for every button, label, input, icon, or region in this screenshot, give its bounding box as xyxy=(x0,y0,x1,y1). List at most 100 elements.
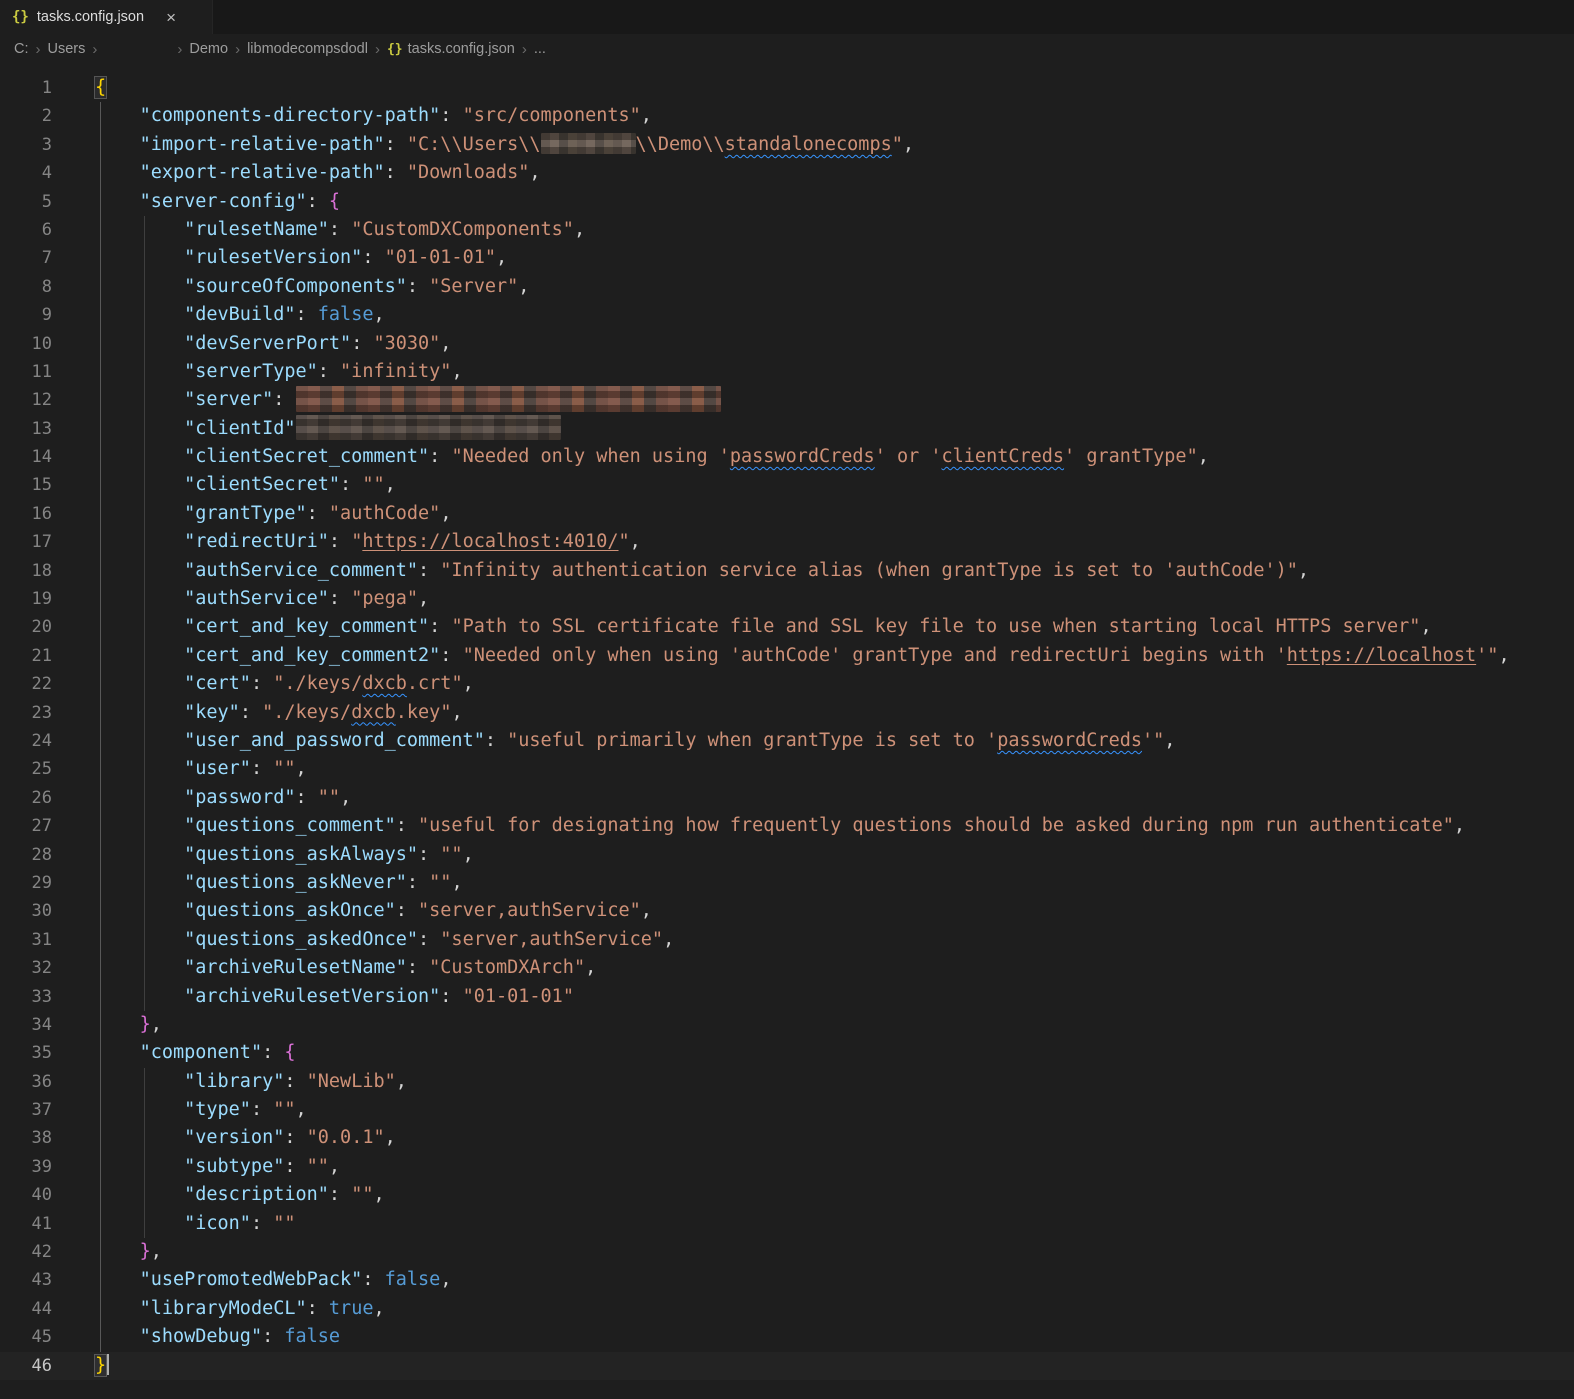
code-token: "server-config" xyxy=(139,190,307,212)
tab-tasks-config-json[interactable]: {} tasks.config.json × xyxy=(0,0,213,34)
code-token: : xyxy=(429,446,452,468)
code-line[interactable]: 46} xyxy=(0,1351,1574,1380)
code-line[interactable]: 36 "library": "NewLib", xyxy=(0,1068,1574,1096)
code-line[interactable]: 22 "cert": "./keys/dxcb.crt", xyxy=(0,670,1574,698)
line-number: 5 xyxy=(41,191,52,212)
code-token: "CustomDXComponents" xyxy=(351,218,574,240)
code-line[interactable]: 35 "component": { xyxy=(0,1039,1574,1067)
code-line[interactable]: 42 }, xyxy=(0,1238,1574,1266)
code-token: : xyxy=(384,162,407,184)
code-line[interactable]: 29 "questions_askNever": "", xyxy=(0,869,1574,897)
code-text: "authService": "pega", xyxy=(95,585,429,613)
code-line[interactable]: 41 "icon": "" xyxy=(0,1210,1574,1238)
code-line[interactable]: 43 "usePromotedWebPack": false, xyxy=(0,1266,1574,1294)
code-line[interactable]: 2 "components-directory-path": "src/comp… xyxy=(0,102,1574,130)
code-text: "server-config": { xyxy=(95,188,341,216)
code-token: , xyxy=(440,1269,452,1291)
code-text: "rulesetVersion": "01-01-01", xyxy=(95,244,507,272)
code-line[interactable]: 25 "user": "", xyxy=(0,755,1574,783)
code-text: "key": "./keys/dxcb.key", xyxy=(95,699,463,727)
code-line[interactable]: 21 "cert_and_key_comment2": "Needed only… xyxy=(0,642,1574,670)
code-line[interactable]: 33 "archiveRulesetVersion": "01-01-01" xyxy=(0,983,1574,1011)
line-number: 41 xyxy=(31,1213,52,1234)
code-token: : xyxy=(295,786,318,808)
code-token: , xyxy=(418,588,430,610)
code-line[interactable]: 3 "import-relative-path": "C:\\Users\\ \\… xyxy=(0,131,1574,159)
breadcrumb-item-redacted[interactable] xyxy=(104,42,170,56)
code-line[interactable]: 1{ xyxy=(0,74,1574,102)
code-line[interactable]: 14 "clientSecret_comment": "Needed only … xyxy=(0,443,1574,471)
code-text: "redirectUri": "https://localhost:4010/"… xyxy=(95,528,641,556)
breadcrumb-item[interactable]: Demo xyxy=(189,41,228,57)
breadcrumb-item[interactable]: libmodecompsdodl xyxy=(247,41,368,57)
line-number: 3 xyxy=(41,134,52,155)
code-line[interactable]: 17 "redirectUri": "https://localhost:401… xyxy=(0,528,1574,556)
code-line[interactable]: 16 "grantType": "authCode", xyxy=(0,500,1574,528)
code-line[interactable]: 39 "subtype": "", xyxy=(0,1153,1574,1181)
breadcrumb-item[interactable]: ... xyxy=(534,41,546,57)
code-line[interactable]: 18 "authService_comment": "Infinity auth… xyxy=(0,557,1574,585)
code-line[interactable]: 37 "type": "", xyxy=(0,1096,1574,1124)
editor[interactable]: 1{2 "components-directory-path": "src/co… xyxy=(0,64,1574,1380)
code-line[interactable]: 28 "questions_askAlways": "", xyxy=(0,841,1574,869)
code-line[interactable]: 27 "questions_comment": "useful for desi… xyxy=(0,812,1574,840)
code-line[interactable]: 20 "cert_and_key_comment": "Path to SSL … xyxy=(0,613,1574,641)
code-lines: 1{2 "components-directory-path": "src/co… xyxy=(0,74,1574,1380)
code-line[interactable]: 12 "server": xyxy=(0,386,1574,414)
code-line[interactable]: 32 "archiveRulesetName": "CustomDXArch", xyxy=(0,954,1574,982)
code-line[interactable]: 24 "user_and_password_comment": "useful … xyxy=(0,727,1574,755)
code-token: "Path to SSL certificate file and SSL ke… xyxy=(451,616,1421,638)
code-text: "questions_comment": "useful for designa… xyxy=(95,812,1465,840)
code-line[interactable]: 38 "version": "0.0.1", xyxy=(0,1124,1574,1152)
code-token: .key" xyxy=(395,701,452,723)
redacted-block xyxy=(540,132,636,154)
code-line[interactable]: 31 "questions_askedOnce": "server,authSe… xyxy=(0,926,1574,954)
code-token: "./keys/ xyxy=(273,673,363,695)
code-text: { xyxy=(93,74,108,102)
code-token: : xyxy=(440,644,463,666)
code-line[interactable]: 45 "showDebug": false xyxy=(0,1323,1574,1351)
code-line[interactable]: 40 "description": "", xyxy=(0,1181,1574,1209)
code-line[interactable]: 7 "rulesetVersion": "01-01-01", xyxy=(0,244,1574,272)
code-line[interactable]: 4 "export-relative-path": "Downloads", xyxy=(0,159,1574,187)
code-line[interactable]: 15 "clientSecret": "", xyxy=(0,471,1574,499)
code-line[interactable]: 11 "serverType": "infinity", xyxy=(0,358,1574,386)
text-cursor xyxy=(107,1353,110,1375)
code-token: "questions_askOnce" xyxy=(184,900,396,922)
close-icon[interactable]: × xyxy=(166,9,176,26)
code-text: "type": "", xyxy=(95,1096,307,1124)
code-line[interactable]: 44 "libraryModeCL": true, xyxy=(0,1295,1574,1323)
code-token: dxcb xyxy=(351,701,396,723)
code-text: "archiveRulesetName": "CustomDXArch", xyxy=(95,954,596,982)
code-line[interactable]: 10 "devServerPort": "3030", xyxy=(0,330,1574,358)
code-line[interactable]: 34 }, xyxy=(0,1011,1574,1039)
code-token: : xyxy=(273,389,296,411)
tab-title: tasks.config.json xyxy=(36,9,145,25)
code-line[interactable]: 30 "questions_askOnce": "server,authServ… xyxy=(0,897,1574,925)
code-text: "subtype": "", xyxy=(95,1153,340,1181)
code-line[interactable]: 9 "devBuild": false, xyxy=(0,301,1574,329)
code-line[interactable]: 19 "authService": "pega", xyxy=(0,585,1574,613)
code-line[interactable]: 6 "rulesetName": "CustomDXComponents", xyxy=(0,216,1574,244)
code-token: , xyxy=(150,1241,162,1263)
code-line[interactable]: 5 "server-config": { xyxy=(0,188,1574,216)
code-line[interactable]: 23 "key": "./keys/dxcb.key", xyxy=(0,699,1574,727)
code-token: , xyxy=(573,218,586,240)
code-token: "Server" xyxy=(429,275,519,297)
code-token: "useful primarily when grantType is set … xyxy=(507,729,998,751)
code-line[interactable]: 13 "clientId" xyxy=(0,414,1574,443)
code-token: : xyxy=(351,332,374,354)
breadcrumb-item[interactable]: {} tasks.config.json xyxy=(387,41,515,57)
breadcrumb-item[interactable]: Users xyxy=(48,41,86,57)
code-line[interactable]: 8 "sourceOfComponents": "Server", xyxy=(0,273,1574,301)
line-number: 35 xyxy=(31,1043,52,1064)
code-line[interactable]: 26 "password": "", xyxy=(0,784,1574,812)
indent-guide-component xyxy=(144,1068,145,1238)
code-text: "grantType": "authCode", xyxy=(95,500,451,528)
breadcrumb-item[interactable]: C: xyxy=(14,41,29,57)
